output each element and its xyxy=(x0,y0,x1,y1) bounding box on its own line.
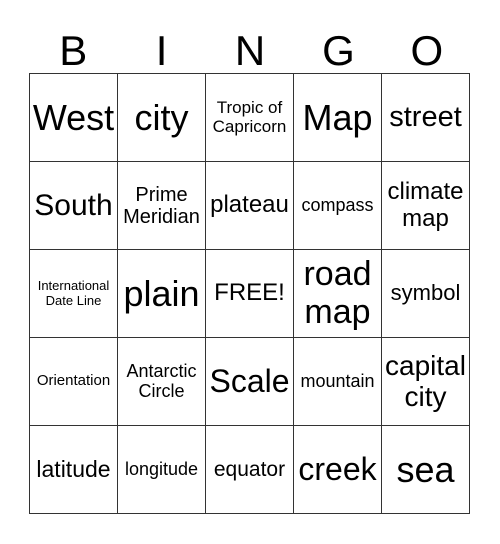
bingo-cell[interactable]: plain xyxy=(117,249,206,338)
bingo-cell[interactable]: sea xyxy=(381,425,470,514)
bingo-cell[interactable]: Prime Meridian xyxy=(117,161,206,250)
bingo-cell[interactable]: mountain xyxy=(293,337,382,426)
header-letter: G xyxy=(322,27,355,74)
bingo-cell[interactable]: Tropic of Capricorn xyxy=(205,73,294,162)
bingo-cell[interactable]: International Date Line xyxy=(29,249,118,338)
bingo-row: West city Tropic of Capricorn Map street xyxy=(29,73,470,162)
bingo-cell[interactable]: plateau xyxy=(205,161,294,250)
bingo-cell[interactable]: creek xyxy=(293,425,382,514)
bingo-cell[interactable]: FREE! xyxy=(205,249,294,338)
bingo-cell[interactable]: capital city xyxy=(381,337,470,426)
bingo-row: South Prime Meridian plateau compass climate… xyxy=(29,161,470,250)
bingo-cell[interactable]: city xyxy=(117,73,206,162)
bingo-cell[interactable]: Orientation xyxy=(29,337,118,426)
bingo-grid: West city Tropic of Capricorn Map street Sout… xyxy=(29,73,470,514)
header-letter: B xyxy=(59,27,88,74)
bingo-cell[interactable]: symbol xyxy=(381,249,470,338)
bingo-cell[interactable]: street xyxy=(381,73,470,162)
bingo-cell[interactable]: road map xyxy=(293,249,382,338)
bingo-cell[interactable]: Scale xyxy=(205,337,294,426)
bingo-row: International Date Line plain FREE! road ma… xyxy=(29,249,470,338)
bingo-header: B I N G O xyxy=(29,28,471,74)
bingo-cell[interactable]: West xyxy=(29,73,118,162)
bingo-cell[interactable]: Map xyxy=(293,73,382,162)
bingo-row: latitude longitude equator creek sea xyxy=(29,425,470,514)
header-letter: N xyxy=(234,27,266,74)
bingo-cell[interactable]: latitude xyxy=(29,425,118,514)
bingo-cell[interactable]: compass xyxy=(293,161,382,250)
header-letter: I xyxy=(155,27,168,74)
header-letter: O xyxy=(410,27,444,74)
bingo-cell[interactable]: Antarctic Circle xyxy=(117,337,206,426)
bingo-cell[interactable]: equator xyxy=(205,425,294,514)
bingo-row: Orientation Antarctic Circle Scale mountain… xyxy=(29,337,470,426)
bingo-cell[interactable]: longitude xyxy=(117,425,206,514)
bingo-cell[interactable]: climate map xyxy=(381,161,470,250)
bingo-cell[interactable]: South xyxy=(29,161,118,250)
